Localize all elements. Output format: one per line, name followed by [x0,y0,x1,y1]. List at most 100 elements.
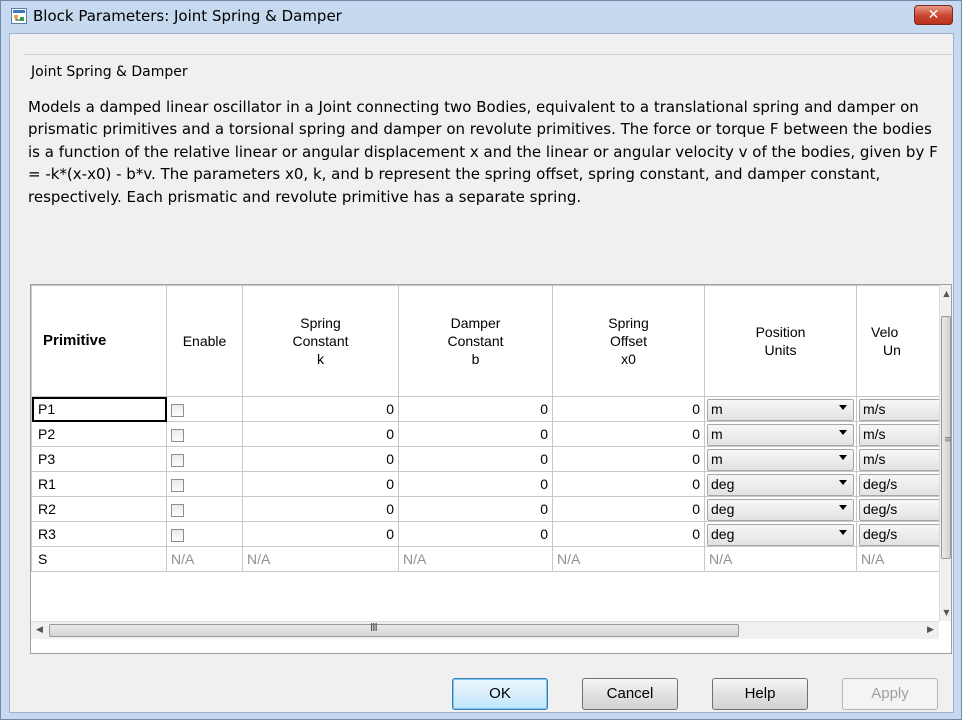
position-units-value: deg [711,525,735,542]
velocity-units-dropdown[interactable]: m/s [859,423,941,446]
spring-constant-field[interactable]: 0 [242,471,399,497]
enable-checkbox[interactable] [171,428,184,442]
enable-checkbox[interactable] [171,403,184,417]
table-row: R3 0 0 0 deg deg/s [31,521,941,547]
position-units-dropdown[interactable]: deg [707,523,854,546]
close-button[interactable]: ✕ [914,5,953,25]
velocity-units-value: deg/s [863,500,898,517]
damper-constant-field[interactable]: 0 [398,471,553,497]
position-units-dropdown[interactable]: m [707,398,854,421]
enable-cell[interactable] [166,496,243,522]
enable-cell[interactable] [166,421,243,447]
primitive-cell[interactable]: P2 [31,421,167,447]
damper-constant-field[interactable]: 0 [398,496,553,522]
ok-button[interactable]: OK [452,678,548,710]
chevron-down-icon [839,504,847,510]
position-units-dropdown[interactable]: m [707,423,854,446]
enable-checkbox[interactable] [171,528,184,542]
velocity-units-dropdown[interactable]: deg/s [859,523,941,546]
velocity-units-dropdown[interactable]: m/s [859,448,941,471]
primitive-cell[interactable]: P1 [31,396,167,422]
velocity-units-value: deg/s [863,475,898,492]
column-header-position-units: Position Units [704,285,857,397]
scroll-up-icon[interactable]: ▲ [940,285,951,302]
primitive-cell: S [31,546,167,572]
spring-constant-field[interactable]: 0 [242,496,399,522]
header-line: Spring [300,315,341,331]
parameter-table-frame: Primitive Enable Spring Constant k Dampe… [30,284,952,654]
velocity-units-value: m/s [863,450,886,467]
primitive-cell[interactable]: R1 [31,471,167,497]
header-line: Spring [608,315,649,331]
header-line: k [317,351,324,367]
primitive-cell[interactable]: P3 [31,446,167,472]
enable-checkbox[interactable] [171,478,184,492]
velocity-units-dropdown[interactable]: m/s [859,398,941,421]
spring-offset-field[interactable]: 0 [552,421,705,447]
position-units-dropdown[interactable]: deg [707,498,854,521]
velocity-units-cell: deg/s [856,471,941,497]
position-units-value: m [711,400,723,417]
position-units-cell: m [704,396,857,422]
spring-offset-field[interactable]: 0 [552,521,705,547]
enable-checkbox[interactable] [171,453,184,467]
spring-constant-field[interactable]: 0 [242,421,399,447]
damper-constant-field[interactable]: 0 [398,446,553,472]
column-header-damper-constant: Damper Constant b [398,285,553,397]
header-line: b [471,351,480,367]
spring-offset-field[interactable]: 0 [552,471,705,497]
horizontal-scrollbar[interactable]: ◀ III ▶ [31,621,939,639]
column-header-primitive: Primitive [31,285,167,397]
damper-constant-field[interactable]: 0 [398,521,553,547]
spring-constant-field[interactable]: 0 [242,521,399,547]
apply-button[interactable]: Apply [842,678,938,710]
enable-cell[interactable] [166,396,243,422]
scroll-down-icon[interactable]: ▼ [940,604,951,621]
position-units-cell: m [704,446,857,472]
position-units-dropdown[interactable]: m [707,448,854,471]
spring-offset-field[interactable]: 0 [552,396,705,422]
spring-offset-field[interactable]: 0 [552,496,705,522]
parameter-table: Primitive Enable Spring Constant k Dampe… [31,285,941,572]
column-header-enable: Enable [166,285,243,397]
vertical-scrollbar[interactable]: ▲ ≡ ▼ [939,285,951,621]
table-row: P3 0 0 0 m m/s [31,446,941,472]
horizontal-scroll-thumb[interactable]: III [49,621,739,637]
table-row: R1 0 0 0 deg deg/s [31,471,941,497]
spring-offset-field[interactable]: 0 [552,446,705,472]
header-line: Un [883,342,901,358]
spring-constant-field[interactable]: 0 [242,396,399,422]
velocity-units-cell: m/s [856,421,941,447]
vertical-scroll-thumb[interactable]: ≡ [941,316,951,559]
position-units-dropdown[interactable]: deg [707,473,854,496]
damper-constant-field[interactable]: 0 [398,421,553,447]
primitive-cell[interactable]: R3 [31,521,167,547]
spring-constant-field[interactable]: 0 [242,446,399,472]
chevron-down-icon [839,529,847,535]
velocity-units-value: m/s [863,425,886,442]
enable-cell[interactable] [166,446,243,472]
position-units-value: m [711,450,723,467]
position-units-value: deg [711,475,735,492]
column-header-spring-constant: Spring Constant k [242,285,399,397]
na-cell: N/A [704,546,857,572]
velocity-units-dropdown[interactable]: deg/s [859,473,941,496]
position-units-cell: deg [704,521,857,547]
cancel-button[interactable]: Cancel [582,678,678,710]
position-units-value: deg [711,500,735,517]
damper-constant-field[interactable]: 0 [398,396,553,422]
scroll-right-icon[interactable]: ▶ [922,622,939,639]
chevron-down-icon [839,404,847,410]
velocity-units-dropdown[interactable]: deg/s [859,498,941,521]
title-bar[interactable]: Block Parameters: Joint Spring & Damper … [1,1,961,33]
enable-checkbox[interactable] [171,503,184,517]
enable-cell[interactable] [166,471,243,497]
enable-cell[interactable] [166,521,243,547]
help-button[interactable]: Help [712,678,808,710]
column-header-velocity-units: Velo Un [856,285,941,397]
position-units-cell: deg [704,471,857,497]
chevron-down-icon [839,454,847,460]
primitive-cell[interactable]: R2 [31,496,167,522]
block-parameters-icon [11,8,27,24]
scroll-left-icon[interactable]: ◀ [31,622,48,639]
